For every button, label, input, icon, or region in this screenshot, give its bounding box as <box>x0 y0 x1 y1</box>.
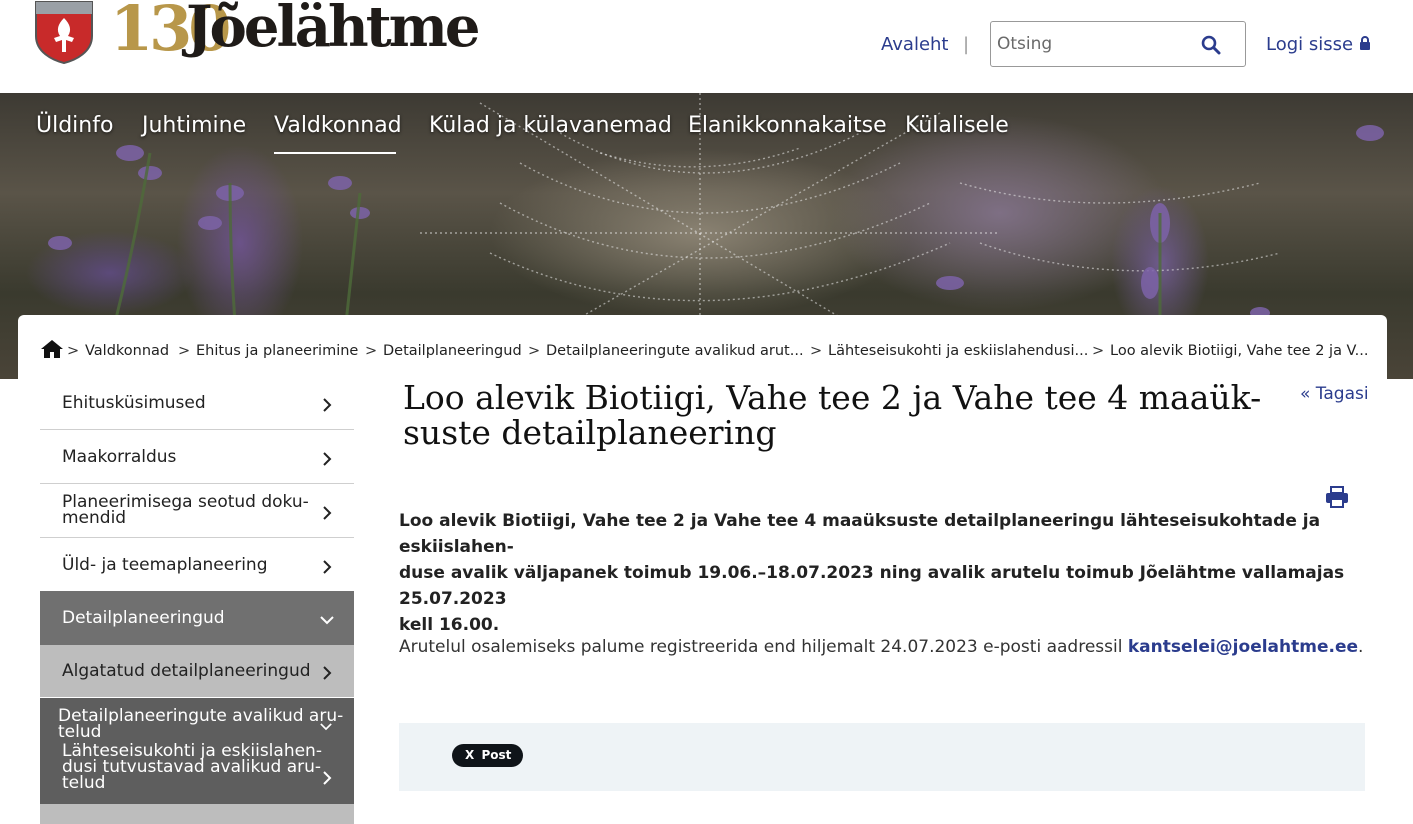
breadcrumb-current: Loo alevik Biotiigi, Vahe tee 2 ja V... <box>1110 343 1369 359</box>
login-link[interactable]: Logi sisse <box>1266 34 1371 55</box>
x-post-button[interactable]: X Post <box>452 744 523 767</box>
sidebar-item-algatatud[interactable]: Algatatud detailplaneeringud <box>40 645 354 698</box>
main-navigation: Üldinfo Juhtimine Valdkonnad Külad ja kü… <box>0 93 1413 163</box>
share-bar: X Post <box>399 723 1365 791</box>
breadcrumb-separator: > <box>1092 343 1105 359</box>
breadcrumb-item[interactable]: Lähteseisukohti ja eskiislahendusi... <box>828 343 1088 359</box>
coat-of-arms-icon[interactable] <box>34 0 94 64</box>
chevron-right-icon <box>323 666 332 680</box>
chevron-right-icon <box>323 398 332 412</box>
body-end: . <box>1358 637 1364 657</box>
sidebar-item-label: Planeerimisega seotud doku- mendid <box>62 492 309 528</box>
sidebar-item-planeerimisega-dokumendid[interactable]: Planeerimisega seotud doku- mendid <box>40 484 354 538</box>
article-lead: Loo alevik Biotiigi, Vahe tee 2 ja Vahe … <box>399 511 1345 635</box>
breadcrumb-separator: > <box>528 343 541 359</box>
sidebar-item-next[interactable] <box>40 804 354 824</box>
sidebar-item-label: Detailplaneeringute avalikud aru- telud <box>58 706 344 742</box>
chevron-right-icon <box>323 771 332 785</box>
search-icon[interactable] <box>1201 35 1221 55</box>
site-header: 130 Jõelähtme Avaleht | Logi sisse <box>0 0 1413 93</box>
nav-active-indicator <box>274 152 396 154</box>
sidebar-subitem-label[interactable]: Lähteseisukohti ja eskiislahen- dusi tut… <box>62 743 322 792</box>
breadcrumb-separator: > <box>365 343 378 359</box>
chevron-right-icon <box>323 560 332 574</box>
breadcrumb-item[interactable]: Valdkonnad <box>85 343 169 359</box>
nav-item-kulad[interactable]: Külad ja külavanemad <box>429 113 672 138</box>
nav-item-elanikkonnakaitse[interactable]: Elanikkonnakaitse <box>688 113 887 138</box>
breadcrumb-separator: > <box>67 343 80 359</box>
print-icon[interactable] <box>1325 486 1349 508</box>
sidebar-item-uld-teemaplaneering[interactable]: Üld- ja teemaplaneering <box>40 538 354 592</box>
article-body: Arutelul osalemiseks palume registreerid… <box>399 634 1365 660</box>
sidebar-item-label: Ehitusküsimused <box>62 393 206 413</box>
breadcrumb-separator: > <box>810 343 823 359</box>
sidebar-item-label: Detailplaneeringud <box>62 608 225 628</box>
login-label: Logi sisse <box>1266 34 1354 55</box>
chevron-right-icon <box>323 506 332 520</box>
header-separator: | <box>963 34 970 55</box>
chevron-down-icon <box>320 616 334 625</box>
sidebar-item-label: Üld- ja teemaplaneering <box>62 555 268 575</box>
breadcrumb: > Valdkonnad > Ehitus ja planeerimine > … <box>18 315 1387 379</box>
back-link[interactable]: « Tagasi <box>1300 384 1369 404</box>
logo-text[interactable]: Jõelähtme <box>186 0 480 60</box>
nav-item-uldinfo[interactable]: Üldinfo <box>36 113 113 138</box>
search-input[interactable] <box>997 30 1187 58</box>
sidebar-item-label: Maakorraldus <box>62 447 177 467</box>
chevron-down-icon <box>320 723 332 731</box>
breadcrumb-item[interactable]: Detailplaneeringute avalikud arut... <box>546 343 804 359</box>
lock-icon <box>1359 36 1370 50</box>
sidebar-item-avalikud-arutelud[interactable]: Detailplaneeringute avalikud aru- telud … <box>40 698 354 804</box>
sidebar-item-label: Algatatud detailplaneeringud <box>62 661 311 681</box>
chevron-right-icon <box>323 452 332 466</box>
sidebar-item-maakorraldus[interactable]: Maakorraldus <box>40 430 354 484</box>
nav-item-kulalisele[interactable]: Külalisele <box>905 113 1009 138</box>
breadcrumb-item[interactable]: Detailplaneeringud <box>383 343 522 359</box>
nav-item-valdkonnad[interactable]: Valdkonnad <box>274 113 402 138</box>
email-link[interactable]: kantselei@joelahtme.ee <box>1128 637 1358 657</box>
page-title: Loo alevik Biotiigi, Vahe tee 2 ja Vahe … <box>403 378 1262 452</box>
breadcrumb-separator: > <box>178 343 191 359</box>
x-icon: X <box>465 748 475 762</box>
breadcrumb-item[interactable]: Ehitus ja planeerimine <box>196 343 358 359</box>
sidebar-item-ehituskusimused[interactable]: Ehitusküsimused <box>40 376 354 430</box>
sidebar-item-detailplaneeringud[interactable]: Detailplaneeringud <box>40 591 354 645</box>
body-text: Arutelul osalemiseks palume registreerid… <box>399 637 1128 657</box>
x-post-label: Post <box>481 748 512 762</box>
home-icon[interactable] <box>40 339 64 359</box>
search-box <box>990 21 1246 67</box>
nav-item-juhtimine[interactable]: Juhtimine <box>142 113 246 138</box>
home-link[interactable]: Avaleht <box>881 34 948 55</box>
